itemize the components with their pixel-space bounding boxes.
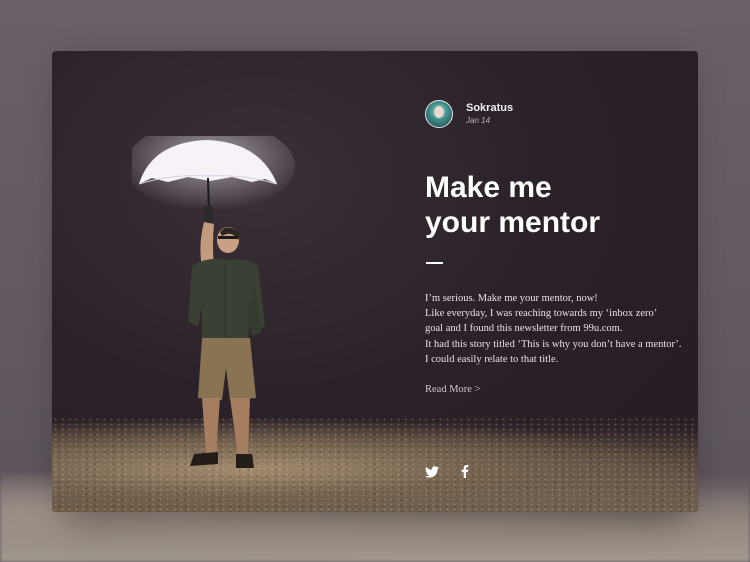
excerpt-line: I could easily relate to that title.: [425, 353, 559, 365]
twitter-icon[interactable]: [425, 465, 439, 478]
excerpt-line: goal and I found this newsletter from 99…: [425, 323, 623, 335]
article-card: Sokratus Jan 14 Make me your mentor I’m …: [52, 51, 698, 512]
excerpt-line: I’m serious. Make me your mentor, now!: [425, 293, 598, 304]
post-date: Jan 14: [466, 116, 491, 125]
avatar[interactable]: [425, 100, 453, 128]
author-meta: Sokratus Jan 14: [466, 102, 513, 126]
author-name[interactable]: Sokratus: [466, 102, 513, 115]
hero-man-with-umbrella-image: [132, 136, 295, 468]
read-more-link[interactable]: Read More >: [425, 384, 481, 395]
author-block: Sokratus Jan 14: [425, 100, 513, 128]
post-excerpt: I’m serious. Make me your mentor, now! L…: [425, 291, 685, 367]
title-divider: [426, 262, 443, 264]
post-title-line-1: Make me: [425, 171, 552, 204]
excerpt-line: It had this story titled ‘This is why yo…: [425, 338, 682, 350]
post-title-line-2: your mentor: [425, 206, 601, 239]
post-title: Make me your mentor: [425, 170, 685, 240]
excerpt-line: Like everyday, I was reaching towards my…: [425, 308, 658, 320]
social-links: [425, 465, 475, 478]
facebook-icon[interactable]: [461, 465, 475, 478]
